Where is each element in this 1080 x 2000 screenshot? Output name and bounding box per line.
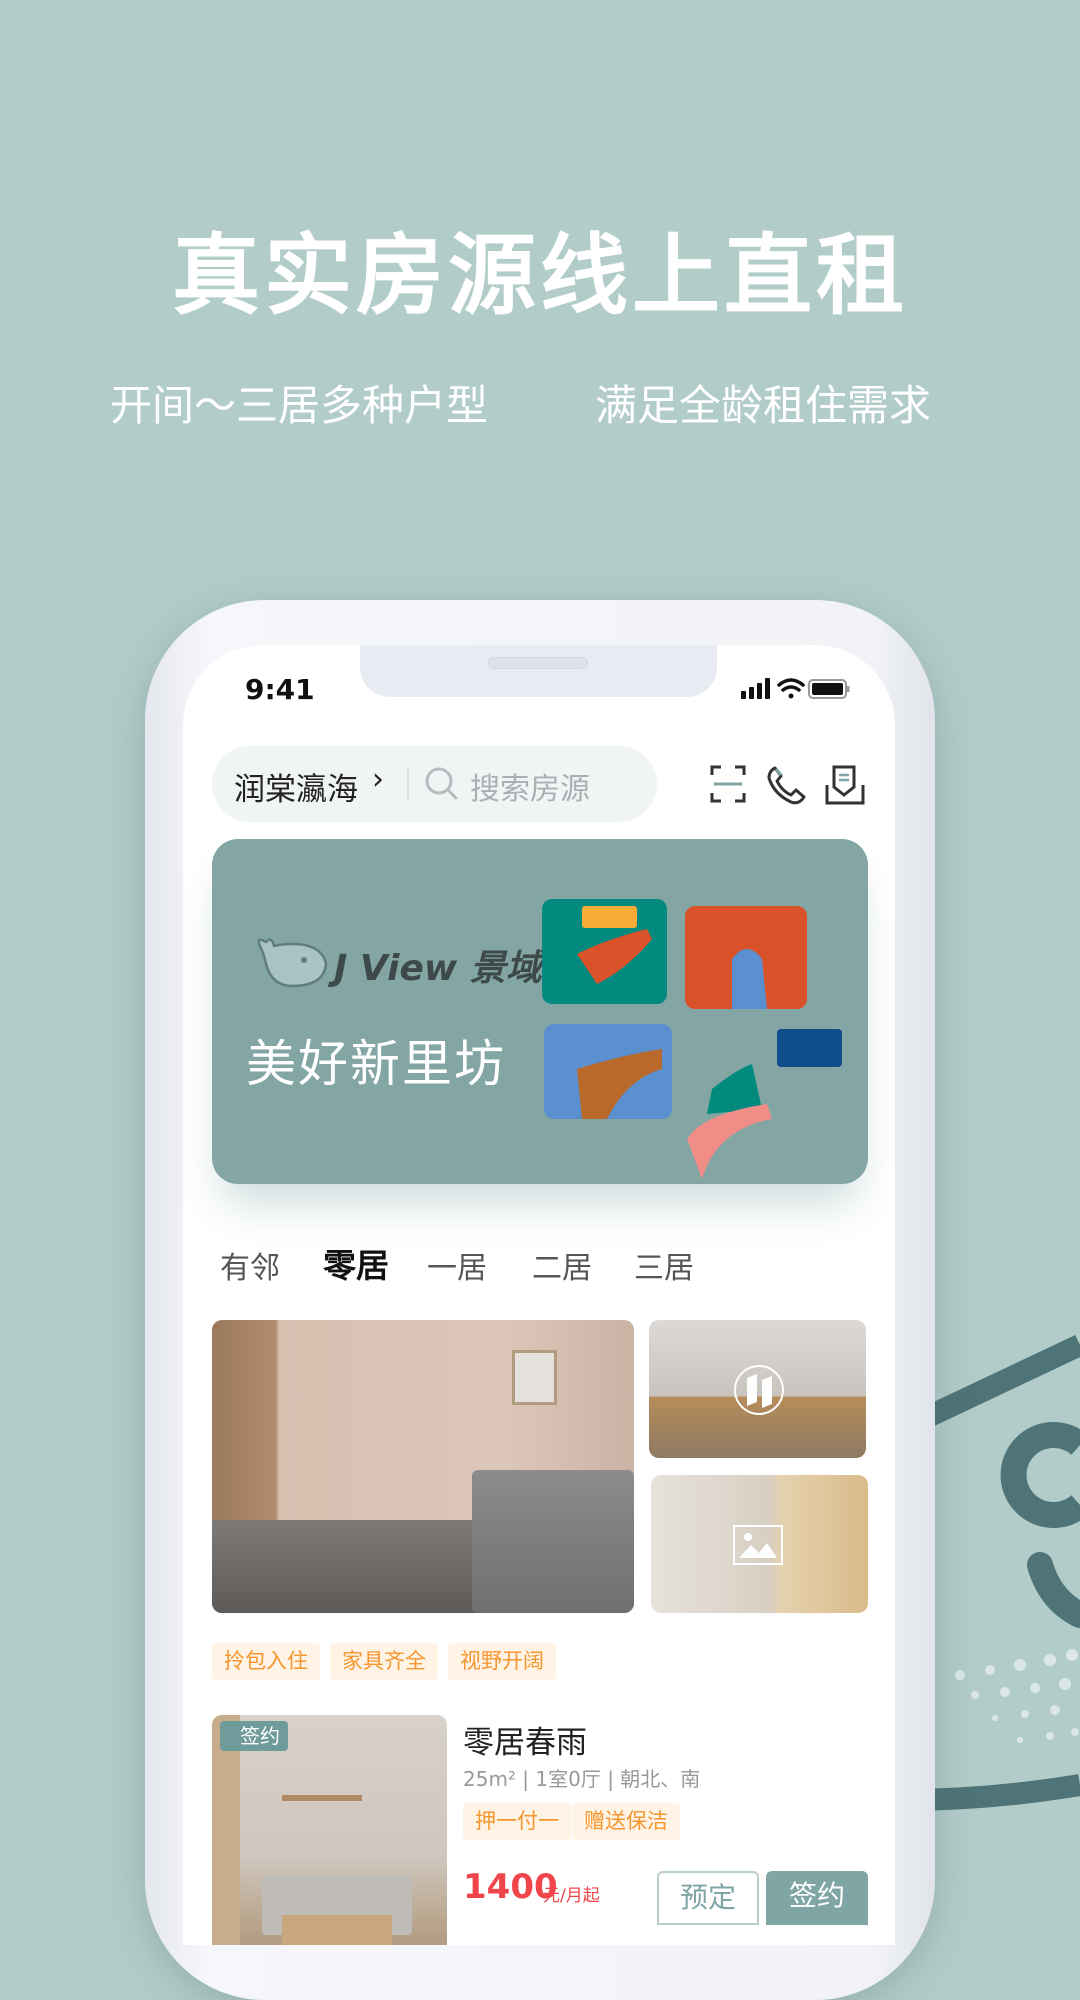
feature-tag: 家具齐全 bbox=[330, 1643, 438, 1680]
main-room-photo[interactable] bbox=[212, 1320, 634, 1613]
status-badge: 签约 bbox=[220, 1721, 288, 1751]
notch bbox=[360, 645, 717, 697]
wifi-icon bbox=[777, 678, 805, 699]
speaker bbox=[488, 657, 588, 669]
phone-screen: 9:41 润棠瀛海 › 搜索房源 J View 景域 美好新里坊 有邻 零居 一… bbox=[183, 645, 895, 1945]
brand-logo: J View 景域 bbox=[334, 948, 542, 989]
feature-tag: 拎包入住 bbox=[212, 1643, 320, 1680]
inbox-icon[interactable] bbox=[825, 765, 865, 805]
price-unit: 元/月起 bbox=[543, 1886, 600, 1906]
status-icons bbox=[741, 678, 850, 699]
tab-youlin[interactable]: 有邻 bbox=[220, 1243, 280, 1287]
tab-erju[interactable]: 二居 bbox=[532, 1243, 592, 1287]
tab-yiju[interactable]: 一居 bbox=[427, 1243, 487, 1287]
search-icon bbox=[425, 767, 458, 800]
image-icon bbox=[733, 1525, 783, 1565]
banner-slogan: 美好新里坊 bbox=[246, 1035, 506, 1093]
divider bbox=[407, 768, 409, 800]
battery-icon bbox=[808, 679, 850, 699]
listing-specs: 25m² | 1室0厅 | 朝北、南 bbox=[463, 1767, 701, 1791]
room-photo[interactable] bbox=[651, 1475, 868, 1613]
scan-icon[interactable] bbox=[710, 765, 746, 803]
location-selector[interactable]: 润棠瀛海 bbox=[234, 764, 358, 809]
signal-icon bbox=[741, 678, 770, 699]
listing-photo[interactable]: 签约 bbox=[212, 1715, 447, 1945]
hero-subtitle-left: 开间～三居多种户型 bbox=[110, 381, 489, 430]
feature-tag: 视野开阔 bbox=[448, 1643, 556, 1680]
vr-room-photo[interactable] bbox=[649, 1320, 866, 1458]
sign-button[interactable]: 签约 bbox=[766, 1871, 868, 1925]
phone-icon[interactable] bbox=[766, 765, 806, 805]
party-illustration bbox=[542, 899, 842, 1179]
search-bar[interactable]: 润棠瀛海 › 搜索房源 bbox=[212, 746, 657, 822]
hero-title: 真实房源线上直租 bbox=[171, 224, 908, 327]
vr-icon bbox=[747, 1374, 772, 1408]
promo-banner[interactable]: J View 景域 美好新里坊 bbox=[212, 839, 868, 1184]
reserve-button[interactable]: 预定 bbox=[657, 1871, 759, 1925]
hero-subtitle-right: 满足全龄租住需求 bbox=[595, 381, 932, 430]
status-time: 9:41 bbox=[245, 673, 315, 706]
listing-tag: 赠送保洁 bbox=[572, 1803, 680, 1840]
tab-sanju[interactable]: 三居 bbox=[634, 1243, 694, 1287]
listing-tag: 押一付一 bbox=[463, 1803, 571, 1840]
listing-title[interactable]: 零居春雨 bbox=[463, 1717, 587, 1762]
tab-lingju[interactable]: 零居 bbox=[323, 1239, 389, 1287]
chevron-right-icon: › bbox=[372, 762, 384, 797]
search-input[interactable]: 搜索房源 bbox=[470, 764, 590, 808]
whale-logo-icon bbox=[257, 938, 328, 988]
